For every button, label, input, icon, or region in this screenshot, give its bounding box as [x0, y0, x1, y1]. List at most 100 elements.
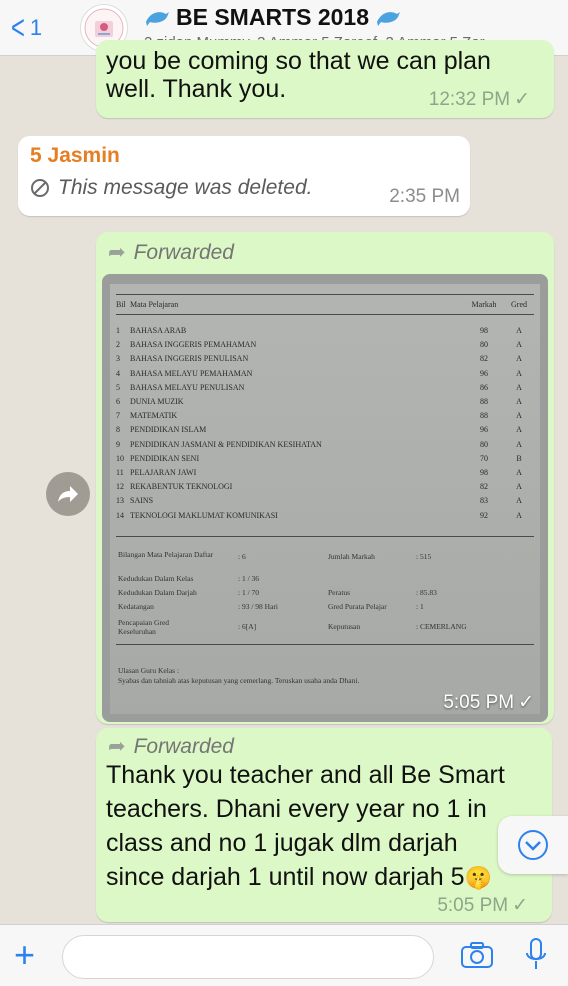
summary-value: : 6 — [238, 552, 246, 561]
table-cell: A — [516, 439, 522, 449]
table-cell: 96 — [480, 368, 488, 378]
scroll-to-bottom-button[interactable] — [498, 816, 568, 874]
sent-check-icon: ✓ — [512, 895, 528, 916]
forwarded-label: ➦ Forwarded — [108, 734, 234, 759]
group-title-row: BE SMARTS 2018 — [144, 4, 564, 31]
table-cell: 6 — [116, 397, 120, 406]
table-cell: 96 — [480, 425, 488, 435]
summary-value: : 1 — [416, 602, 424, 611]
table-cell: 92 — [480, 510, 488, 520]
table-cell: PENDIDIKAN SENI — [130, 453, 200, 463]
summary-label: Kedudukan Dalam Darjah — [118, 588, 197, 597]
message-bubble-outgoing[interactable]: you be coming so that we can plan well. … — [96, 40, 554, 118]
table-cell: SAINS — [130, 496, 154, 506]
table-cell: 80 — [480, 340, 488, 350]
chevron-down-icon — [518, 830, 548, 860]
report-card-photo[interactable]: Bil Mata Pelajaran Markah Gred 1 BAHASA A… — [102, 274, 548, 722]
table-rule — [116, 644, 534, 645]
table-cell: PENDIDIKAN JASMANI & PENDIDIKAN KESIHATA… — [130, 439, 322, 449]
table-cell: A — [516, 411, 522, 421]
table-rule — [116, 294, 534, 295]
message-line: teachers. Dhani every year no 1 in — [106, 795, 487, 823]
table-cell: 10 — [116, 453, 124, 463]
message-line: Thank you teacher and all Be Smart — [106, 761, 505, 789]
back-button[interactable]: < 1 — [8, 11, 64, 45]
table-cell: 12 — [116, 482, 124, 492]
plus-icon[interactable]: + — [14, 937, 35, 973]
message-bubble-incoming[interactable]: 5 Jasmin This message was deleted. 2:35 … — [18, 136, 470, 216]
message-meta: 5:05 PM ✓ — [437, 894, 528, 917]
forwarded-text: Forwarded — [133, 734, 234, 758]
table-cell: A — [516, 326, 522, 335]
summary-label: Jumlah Markah — [328, 552, 375, 561]
summary-label: Pencapaian Gred Keseluruhan — [118, 618, 170, 636]
summary-label: Keputusan — [328, 622, 361, 631]
message-text: Thank you teacher and all Be Smart teach… — [106, 758, 505, 895]
forwarded-label: ➦ Forwarded — [108, 240, 234, 265]
col-header: Mata Pelajaran — [130, 300, 179, 309]
composer-bar: + — [0, 924, 568, 986]
message-time: 12:32 PM — [428, 89, 511, 110]
report-card: Bil Mata Pelajaran Markah Gred 1 BAHASA A… — [110, 284, 540, 714]
table-cell: MATEMATIK — [130, 411, 178, 421]
table-cell: BAHASA INGGERIS PEMAHAMAN — [130, 340, 257, 350]
summary-value: : 1 / 70 — [238, 588, 260, 597]
table-cell: TEKNOLOGI MAKLUMAT KOMUNIKASI — [130, 510, 278, 520]
table-cell: DUNIA MUZIK — [130, 397, 184, 406]
table-row: 12 REKABENTUK TEKNOLOGI 82 A — [116, 480, 534, 493]
table-row: 1 BAHASA ARAB 98 A — [116, 324, 534, 337]
table-cell: PENDIDIKAN ISLAM — [130, 425, 207, 435]
table-cell: A — [516, 496, 522, 506]
table-cell: B — [516, 453, 522, 463]
table-rule — [116, 314, 534, 315]
forward-arrow-icon: ➦ — [108, 735, 126, 758]
message-time: 5:05 PM — [437, 895, 509, 916]
summary-value: : 85.83 — [416, 588, 437, 597]
camera-icon[interactable] — [460, 941, 494, 969]
table-cell: 7 — [116, 411, 120, 421]
table-cell: 86 — [480, 382, 488, 392]
sender-name: 5 Jasmin — [30, 144, 120, 167]
message-input[interactable] — [62, 935, 434, 979]
summary-value: : 93 / 98 Hari — [238, 602, 278, 611]
table-cell: BAHASA MELAYU PENULISAN — [130, 382, 245, 392]
table-row: 11 PELAJARAN JAWI 98 A — [116, 466, 534, 479]
share-button[interactable] — [46, 472, 90, 516]
summary-label: Bilangan Mata Pelajaran Daftar — [118, 550, 214, 559]
table-cell: PELAJARAN JAWI — [130, 468, 197, 477]
table-row: 9 PENDIDIKAN JASMANI & PENDIDIKAN KESIHAT… — [116, 438, 534, 451]
table-cell: 2 — [116, 340, 120, 350]
microphone-icon[interactable] — [524, 937, 548, 973]
table-cell: 4 — [116, 368, 120, 378]
table-cell: 98 — [480, 468, 488, 477]
group-title: BE SMARTS 2018 — [176, 4, 370, 30]
table-cell: BAHASA ARAB — [130, 326, 187, 335]
message-line-text: since darjah 1 until now darjah 5 — [106, 863, 465, 891]
table-header: Bil Mata Pelajaran Markah Gred — [116, 298, 534, 311]
sent-check-icon: ✓ — [514, 89, 530, 110]
summary-label: Kedudukan Dalam Kelas — [118, 574, 194, 583]
message-bubble-outgoing[interactable]: ➦ Forwarded Thank you teacher and all Be… — [96, 728, 552, 922]
table-cell: 14 — [116, 510, 124, 520]
summary-label: Kedatangan — [118, 602, 154, 611]
dolphin-icon — [377, 11, 401, 26]
table-row: 5 BAHASA MELAYU PENULISAN 86 A — [116, 381, 534, 394]
table-row: 10 PENDIDIKAN SENI 70 B — [116, 452, 534, 465]
summary-value: : 6[A] — [238, 622, 257, 631]
table-row: 14 TEKNOLOGI MAKLUMAT KOMUNIKASI 92 A — [116, 509, 534, 522]
message-bubble-photo[interactable]: ➦ Forwarded Bil Mata Pelajaran Markah Gr… — [96, 232, 554, 724]
table-row: 13 SAINS 83 A — [116, 494, 534, 507]
table-cell: 11 — [116, 468, 124, 477]
message-text: well. Thank you. — [106, 75, 287, 103]
table-cell: BAHASA MELAYU PEMAHAMAN — [130, 368, 253, 378]
table-row: 3 BAHASA INGGERIS PENULISAN 82 A — [116, 352, 534, 365]
table-row: 7 MATEMATIK 88 A — [116, 409, 534, 422]
deleted-message: This message was deleted. — [30, 176, 312, 200]
table-cell: A — [516, 425, 522, 435]
table-cell: 82 — [480, 354, 488, 364]
table-rule — [116, 536, 534, 537]
block-icon — [31, 179, 49, 197]
message-line: since darjah 1 until now darjah 5🤫 — [106, 860, 505, 895]
dolphin-icon — [146, 11, 169, 26]
table-cell: A — [516, 482, 522, 492]
